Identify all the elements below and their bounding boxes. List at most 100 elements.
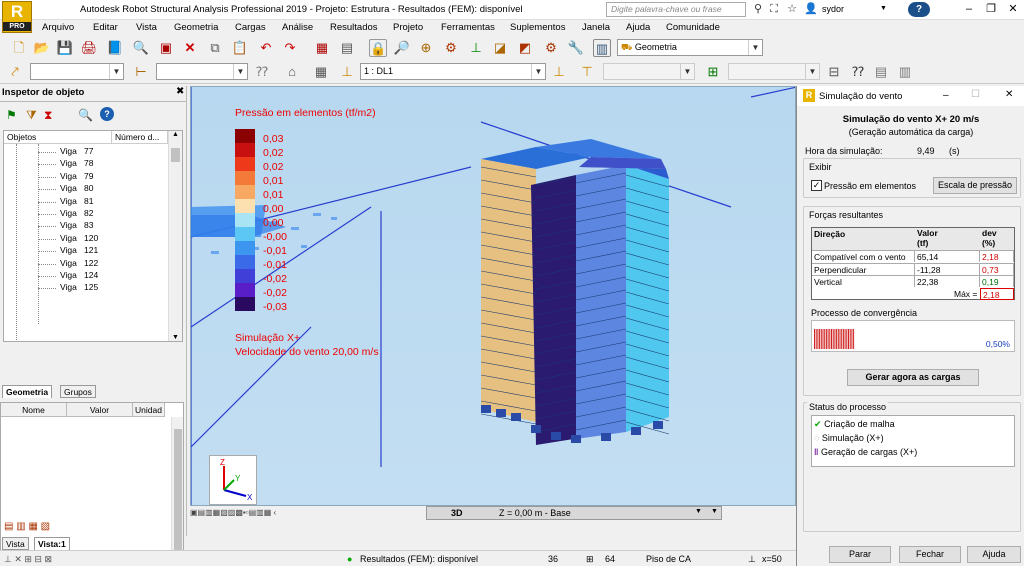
- menu-ajuda[interactable]: Ajuda: [626, 22, 650, 33]
- user-name[interactable]: sydor: [822, 4, 844, 14]
- capture-icon[interactable]: ▣: [157, 39, 175, 57]
- menu-janela[interactable]: Janela: [582, 22, 610, 33]
- search-input[interactable]: Digite palavra-chave ou frase: [606, 2, 746, 17]
- print-preview-icon[interactable]: ▤: [872, 63, 890, 81]
- gear-icon[interactable]: ⚙: [542, 39, 560, 57]
- node-select[interactable]: ▼: [30, 63, 124, 80]
- stop-button[interactable]: Parar: [829, 546, 891, 563]
- panel-icons[interactable]: ▤ ▥ ▦ ▧: [4, 521, 50, 532]
- restore-button[interactable]: ❐: [982, 2, 1000, 17]
- app-logo[interactable]: R PRO: [2, 1, 32, 33]
- load-case-select[interactable]: 1 : DL1 ▼: [360, 63, 546, 80]
- tree-scrollbar[interactable]: ▲ ▼: [168, 131, 182, 341]
- tab-vista[interactable]: Vista: [2, 537, 29, 550]
- filter-icon[interactable]: ⧩: [26, 108, 37, 123]
- close-dialog-button[interactable]: Fechar: [899, 546, 961, 563]
- user-icon[interactable]: 👤: [804, 3, 818, 16]
- col-valor[interactable]: Valor: [67, 403, 133, 417]
- search-icon[interactable]: 🔍: [78, 108, 93, 122]
- minimize-button[interactable]: –: [960, 2, 978, 17]
- menu-projeto[interactable]: Projeto: [393, 22, 423, 33]
- pressure-checkbox-label[interactable]: Pressão em elementos: [824, 181, 916, 191]
- menu-vista[interactable]: Vista: [136, 22, 157, 33]
- query-icon[interactable]: ⁇: [253, 63, 271, 81]
- undo-icon[interactable]: ↶: [257, 39, 275, 57]
- bar-icon[interactable]: ⊢: [132, 63, 150, 81]
- menu-resultados[interactable]: Resultados: [330, 22, 378, 33]
- chevron-down-icon[interactable]: ▼: [531, 64, 545, 79]
- level-down-2-icon[interactable]: ▼: [711, 508, 718, 515]
- model-viewport[interactable]: Pressão em elementos (tf/m2) 0,03 0,02 0,0…: [190, 86, 796, 506]
- zoom-window-icon[interactable]: ⊕: [417, 39, 435, 57]
- load-down-icon[interactable]: ⊤: [578, 63, 596, 81]
- chevron-down-icon[interactable]: ▼: [880, 5, 887, 12]
- menu-editar[interactable]: Editar: [93, 22, 118, 33]
- tab-vista-1[interactable]: Vista:1: [34, 537, 70, 550]
- menu-cargas[interactable]: Cargas: [235, 22, 266, 33]
- star-icon[interactable]: ☆: [786, 3, 798, 16]
- menu-geometria[interactable]: Geometria: [174, 22, 218, 33]
- chevron-down-icon[interactable]: ▼: [109, 64, 123, 79]
- col-numero[interactable]: Número d...: [112, 131, 168, 144]
- table-icon[interactable]: ▤: [338, 39, 356, 57]
- layout-select[interactable]: ⛟ Geometria ▼: [617, 39, 763, 56]
- load-case-icon[interactable]: ⊥: [338, 63, 356, 81]
- bar-select[interactable]: ▼: [156, 63, 248, 80]
- tree-icon[interactable]: ⚑: [6, 108, 17, 122]
- node-icon[interactable]: ⤤: [6, 63, 24, 81]
- col-objetos[interactable]: Objetos: [4, 131, 112, 144]
- print-icon[interactable]: 🖨: [80, 39, 98, 57]
- tab-geometria[interactable]: Geometria: [2, 385, 53, 398]
- structure-icon[interactable]: ⚙: [442, 39, 460, 57]
- z-level[interactable]: Z = 0,00 m - Base: [499, 508, 571, 518]
- menu-arquivo[interactable]: Arquivo: [42, 22, 74, 33]
- tab-grupos[interactable]: Grupos: [60, 385, 96, 398]
- menu-comunidade[interactable]: Comunidade: [666, 22, 720, 33]
- lock-icon[interactable]: 🔒: [369, 39, 387, 57]
- material-icon[interactable]: ◩: [516, 39, 534, 57]
- save-icon[interactable]: 💾: [56, 39, 74, 57]
- pressure-checkbox[interactable]: ✓: [811, 180, 822, 191]
- generate-loads-button[interactable]: Gerar agora as cargas: [847, 369, 979, 386]
- copy-icon[interactable]: ⧉: [206, 39, 224, 57]
- menu-analise[interactable]: Análise: [282, 22, 313, 33]
- calculator-icon[interactable]: ▦: [313, 39, 331, 57]
- status-icons[interactable]: ⊥ ✕ ⊞ ⊟ ⊠: [4, 554, 52, 565]
- help-dialog-button[interactable]: Ajuda: [967, 546, 1021, 563]
- book-icon[interactable]: 📘: [106, 39, 124, 57]
- support-icon[interactable]: ⊥: [467, 39, 485, 57]
- layout-icon[interactable]: ▥: [593, 39, 611, 57]
- close-button[interactable]: ✕: [1005, 89, 1013, 100]
- col-nome[interactable]: Nome: [1, 403, 67, 417]
- wrench-icon[interactable]: 🔧: [567, 39, 585, 57]
- view-mode[interactable]: 3D: [451, 508, 463, 518]
- forces-table[interactable]: Direção Valor (tf) dev (%) Compatível co…: [811, 227, 1015, 300]
- binoculars-icon[interactable]: ⚲: [752, 3, 764, 16]
- view-icons[interactable]: ▣▤▥▦▧▨▩▪▫▤▥▦ ‹: [190, 508, 276, 517]
- scroll-up-icon[interactable]: ▲: [172, 131, 179, 138]
- close-icon[interactable]: ✖: [176, 86, 184, 97]
- open-folder-icon[interactable]: 📂: [33, 39, 51, 57]
- delete-icon[interactable]: ✕: [181, 39, 199, 57]
- report-icon[interactable]: ▥: [896, 63, 914, 81]
- load-up-icon[interactable]: ⊥: [550, 63, 568, 81]
- minimize-button[interactable]: –: [943, 90, 949, 101]
- chevron-down-icon[interactable]: ▼: [233, 64, 247, 79]
- help-icon[interactable]: ?: [100, 107, 114, 121]
- hourglass-icon[interactable]: ⧗: [44, 108, 52, 123]
- col-unidade[interactable]: Unidad: [133, 403, 165, 417]
- help-button[interactable]: ?: [908, 2, 930, 17]
- filter-icon[interactable]: ⊟: [825, 63, 843, 81]
- mode-icon[interactable]: ⊞: [704, 63, 722, 81]
- close-button[interactable]: ✕: [1004, 2, 1022, 17]
- signin-icon[interactable]: ⛶: [768, 3, 780, 16]
- chevron-down-icon[interactable]: ▼: [748, 40, 762, 55]
- paste-icon[interactable]: 📋: [231, 39, 249, 57]
- preview-icon[interactable]: 🔍: [132, 39, 150, 57]
- level-down-icon[interactable]: ▼: [695, 508, 702, 515]
- menu-ferramentas[interactable]: Ferramentas: [441, 22, 495, 33]
- home-icon[interactable]: ⌂: [283, 63, 301, 81]
- plan-icon[interactable]: ▦: [312, 63, 330, 81]
- section-icon[interactable]: ◪: [491, 39, 509, 57]
- menu-suplementos[interactable]: Suplementos: [510, 22, 565, 33]
